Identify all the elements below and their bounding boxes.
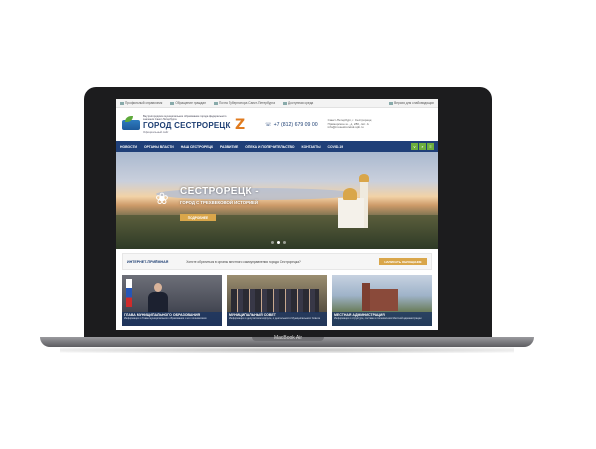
card-head-of-municipality[interactable]: ГЛАВА МУНИЦИПАЛЬНОГО ОБРАЗОВАНИЯ Информа… bbox=[122, 275, 222, 326]
nav-item-news[interactable]: НОВОСТИ bbox=[120, 145, 137, 149]
phone-number[interactable]: ☏ +7 (812) 679 09 00 bbox=[265, 122, 318, 128]
nav-item-authorities[interactable]: ОРГАНЫ ВЛАСТИ bbox=[144, 145, 174, 149]
card-local-administration[interactable]: МЕСТНАЯ АДМИНИСТРАЦИЯ Информация о струк… bbox=[332, 275, 432, 326]
nav-item-our-city[interactable]: НАШ СЕСТРОРЕЦК bbox=[181, 145, 213, 149]
menu-icon[interactable]: ≡ bbox=[427, 143, 434, 150]
hero-carousel-dots bbox=[271, 241, 286, 244]
church-body bbox=[338, 198, 364, 228]
top-utility-bar: Профильный справочник Обращение граждан … bbox=[116, 99, 438, 108]
hero-church bbox=[330, 174, 370, 229]
authority-cards: ГЛАВА МУНИЦИПАЛЬНОГО ОБРАЗОВАНИЯ Информа… bbox=[122, 275, 432, 326]
reception-text: Хотите обратиться в органы местного само… bbox=[186, 259, 301, 264]
administration-building-photo bbox=[362, 283, 398, 311]
org-title[interactable]: ГОРОД СЕСТРОРЕЦК bbox=[143, 121, 233, 130]
envelope-icon bbox=[213, 101, 218, 105]
search-icon[interactable]: ⌕ bbox=[419, 143, 426, 150]
hero-more-button[interactable]: ПОДРОБНЕЕ bbox=[180, 214, 216, 221]
nav-item-contacts[interactable]: КОНТАКТЫ bbox=[302, 145, 321, 149]
mail-icon bbox=[170, 101, 175, 105]
hero-subtitle: ГОРОД С ТРЕХВЕКОВОЙ ИСТОРИЕЙ bbox=[180, 200, 258, 205]
council-group-photo bbox=[231, 289, 319, 313]
vk-icon[interactable]: v bbox=[411, 143, 418, 150]
nav-item-development[interactable]: РАЗВИТИЕ bbox=[220, 145, 238, 149]
topbar-link-appeals[interactable]: Обращение граждан bbox=[170, 101, 206, 105]
card-caption: МЕСТНАЯ АДМИНИСТРАЦИЯ Информация о струк… bbox=[332, 312, 432, 326]
laptop-brand-label: MacBook Air bbox=[273, 335, 303, 341]
topbar-link-accessibility[interactable]: Доступная среда bbox=[282, 101, 313, 105]
accessibility-icon bbox=[282, 101, 287, 105]
church-dome-small bbox=[359, 174, 369, 182]
reception-label: ИНТЕРНЕТ-ПРИЁМНАЯ bbox=[127, 259, 169, 264]
z-symbol: Z bbox=[235, 116, 246, 133]
russian-flag-icon bbox=[126, 279, 132, 307]
city-emblem-icon: ❀ bbox=[155, 191, 169, 208]
address-block: Санкт-Петербург, г. Сестрорецк, Приморск… bbox=[327, 118, 373, 130]
nav-item-guardianship[interactable]: ОПЕКА И ПОПЕЧИТЕЛЬСТВО bbox=[245, 145, 294, 149]
org-name-block: Внутригородское муниципальное образовани… bbox=[143, 115, 233, 134]
card-caption: ГЛАВА МУНИЦИПАЛЬНОГО ОБРАЗОВАНИЯ Информа… bbox=[122, 312, 222, 326]
site-header: Внутригородское муниципальное образовани… bbox=[116, 108, 438, 141]
hero-banner: ❀ СЕСТРОРЕЦК - ГОРОД С ТРЕХВЕКОВОЙ ИСТОР… bbox=[116, 152, 438, 249]
topbar-link-low-vision[interactable]: Версия для слабовидящих bbox=[389, 101, 434, 105]
portrait-head bbox=[154, 283, 162, 292]
phone-icon: ☏ bbox=[265, 121, 272, 128]
nav-icon-group: v ⌕ ≡ bbox=[411, 143, 434, 150]
internet-reception-bar: ИНТЕРНЕТ-ПРИЁМНАЯ Хотите обратиться в ор… bbox=[122, 253, 432, 270]
carousel-dot[interactable] bbox=[283, 241, 286, 244]
card-caption: МУНИЦИПАЛЬНЫЙ СОВЕТ Информация о депутат… bbox=[227, 312, 327, 326]
nav-item-covid[interactable]: COVID-19 bbox=[328, 145, 344, 149]
church-dome-large bbox=[343, 188, 357, 200]
org-tagline: Официальный сайт bbox=[143, 130, 169, 134]
carousel-dot-active[interactable] bbox=[277, 241, 280, 244]
main-nav: НОВОСТИ ОРГАНЫ ВЛАСТИ НАШ СЕСТРОРЕЦК РАЗ… bbox=[116, 141, 438, 152]
eye-icon bbox=[389, 101, 394, 105]
city-logo[interactable] bbox=[122, 115, 140, 134]
topbar-link-governor-mail[interactable]: Почта Губернатора Санкт-Петербурга bbox=[213, 101, 275, 105]
write-appeal-button[interactable]: НАПИСАТЬ ОБРАЩЕНИЕ bbox=[379, 258, 427, 265]
browser-screen: Профильный справочник Обращение граждан … bbox=[116, 99, 438, 330]
card-subtitle: Информация о структуре, составе и полном… bbox=[334, 317, 422, 320]
card-subtitle: Информация о Главе муниципального образо… bbox=[124, 317, 207, 320]
book-icon bbox=[120, 101, 124, 105]
portrait-suit bbox=[148, 292, 168, 314]
hero-title: СЕСТРОРЕЦК - bbox=[180, 186, 259, 197]
card-subtitle: Информация о депутатском корпусе, о деят… bbox=[229, 317, 321, 320]
card-municipal-council[interactable]: МУНИЦИПАЛЬНЫЙ СОВЕТ Информация о депутат… bbox=[227, 275, 327, 326]
carousel-dot[interactable] bbox=[271, 241, 274, 244]
laptop-shadow bbox=[60, 347, 514, 353]
official-portrait bbox=[148, 283, 168, 314]
topbar-link-directory[interactable]: Профильный справочник bbox=[120, 101, 162, 105]
